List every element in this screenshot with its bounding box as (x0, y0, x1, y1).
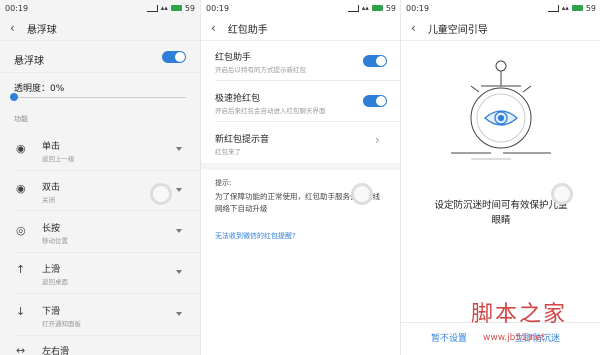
signal-icon-2: ▴▴ (561, 4, 569, 12)
back-arrow-icon[interactable]: ‹ (211, 21, 216, 35)
floating-ball-label: 悬浮球 (14, 56, 44, 67)
page-title: 红包助手 (227, 24, 268, 36)
headline: 设定防沉迷时间可有效保护儿童眼睛 (434, 200, 568, 226)
transparency-slider-track[interactable] (14, 97, 186, 98)
single-tap-icon: ◉ (16, 142, 26, 155)
floating-ball-toggle[interactable] (162, 51, 186, 63)
red-packet-toggle[interactable] (363, 55, 387, 67)
double-tap-icon: ◉ (16, 182, 26, 195)
fast-grab-toggle[interactable] (363, 95, 387, 107)
battery-icon (170, 5, 182, 11)
transparency-label: 透明度：0% (14, 84, 65, 94)
battery-icon (571, 5, 583, 11)
floating-ball[interactable] (351, 183, 373, 205)
dropdown-caret-icon (176, 229, 182, 233)
signal-icon-2: ▴▴ (361, 4, 369, 12)
dropdown-caret-icon (176, 270, 182, 274)
long-press-icon: ◎ (16, 224, 26, 237)
stopwatch-eye-illustration (451, 60, 551, 160)
top-bar: ‹ 红包助手 (201, 16, 401, 41)
status-bar: 00:19 ▴▴ 59 (401, 0, 600, 16)
swipe-down-icon: ↓ (16, 305, 26, 318)
status-bar: 00:19 ▴▴ 59 (0, 0, 200, 16)
chevron-right-icon: › (375, 133, 380, 147)
status-bar: 00:19 ▴▴ 59 (201, 0, 401, 16)
page-title: 儿童空间引导 (427, 24, 488, 36)
skip-button[interactable]: 暂不设置 (431, 331, 467, 344)
transparency-slider-thumb[interactable] (10, 93, 18, 101)
page-title: 悬浮球 (26, 24, 57, 36)
child-space-panel: 00:19 ▴▴ 59 ‹ 儿童空间引导 设定防沉迷时间可有效保护儿童眼睛 暂不… (400, 0, 600, 355)
battery-level: 59 (385, 3, 396, 13)
top-bar: ‹ 儿童空间引导 (401, 16, 600, 41)
watermark-logo: 脚本之家 (471, 302, 568, 327)
dropdown-caret-icon (176, 188, 182, 192)
swipe-up-icon: ↑ (16, 263, 26, 276)
back-arrow-icon[interactable]: ‹ (10, 21, 15, 35)
signal-icon-2: ▴▴ (160, 4, 168, 12)
watermark-url: www.jb51.net (483, 333, 545, 343)
section-label: 功能 (14, 115, 28, 123)
red-packet-panel: 00:19 ▴▴ 59 ‹ 红包助手 红包助手 开启后以特有的方式提示新红包 极… (200, 0, 401, 355)
back-arrow-icon[interactable]: ‹ (411, 21, 416, 35)
battery-icon (371, 5, 383, 11)
status-time: 00:19 (406, 3, 430, 13)
signal-icon (547, 4, 559, 12)
floating-ball-panel: 00:19 ▴▴ 59 ‹ 悬浮球 悬浮球 透明度：0% 功能 ◉ 单击 返回上… (0, 0, 200, 355)
battery-level: 59 (585, 3, 596, 13)
status-time: 00:19 (206, 3, 230, 13)
battery-level: 59 (184, 3, 195, 13)
dropdown-caret-icon (176, 147, 182, 151)
dropdown-caret-icon (176, 312, 182, 316)
signal-icon (146, 4, 158, 12)
top-bar: ‹ 悬浮球 (0, 16, 200, 41)
floating-ball[interactable] (150, 183, 172, 205)
help-link[interactable]: 无法收到微信的红包提醒? (215, 231, 296, 241)
status-time: 00:19 (5, 3, 29, 13)
signal-icon (347, 4, 359, 12)
floating-ball[interactable] (551, 183, 573, 205)
tip-label: 提示: (215, 179, 232, 187)
swipe-sideways-icon: ↔ (16, 344, 26, 355)
